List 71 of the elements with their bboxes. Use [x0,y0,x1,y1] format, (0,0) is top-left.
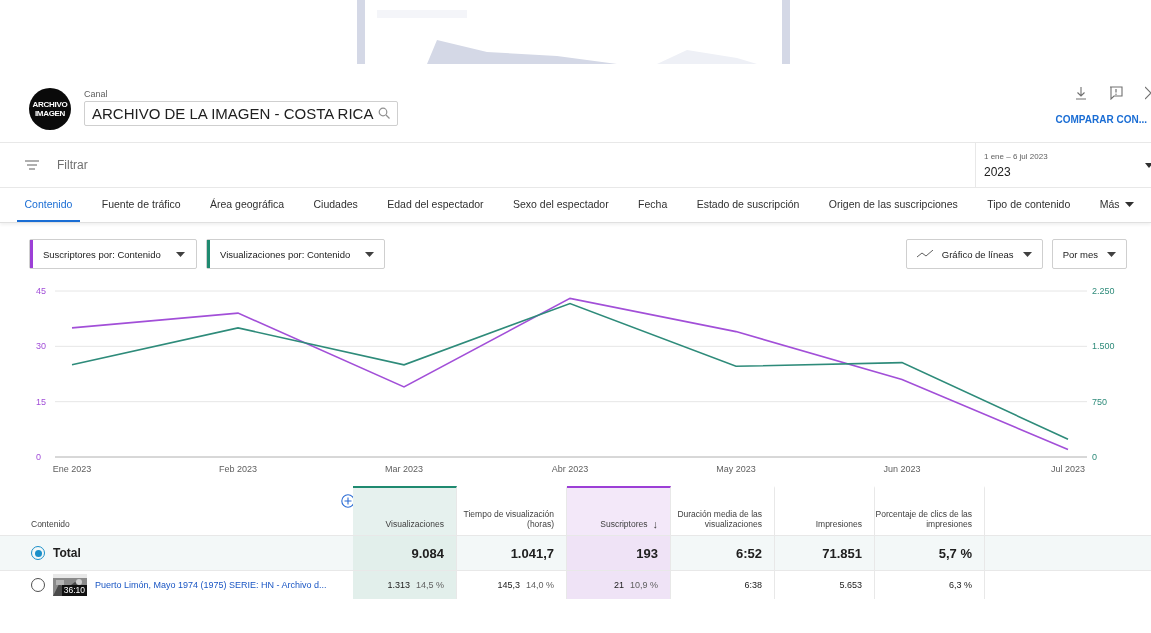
axis-tick-label: Jul 2023 [1051,464,1085,474]
axis-tick-label: 2.250 [1092,286,1115,296]
table-cell: 6:38 [744,580,762,590]
period-dropdown[interactable]: Por mes [1051,239,1127,269]
axis-tick-label: 45 [36,286,46,296]
video-title-link[interactable]: Puerto Limón, Mayo 1974 (1975) SERIE: HN - Archivo d... [95,580,327,590]
tab[interactable]: Sexo del espectador [505,188,617,222]
tab[interactable]: Contenido [17,188,80,222]
axis-tick-label: Ene 2023 [52,464,92,474]
download-icon [1075,85,1087,100]
table-cell: 5,7 % [875,536,985,570]
chart-type-dropdown[interactable]: Gráfico de líneas [905,239,1043,269]
table-cell: 9.084 [353,536,457,570]
caret-icon [1107,251,1116,257]
metric-dropdown[interactable]: Suscriptores por: Contenido [29,239,197,269]
caret-icon [1145,162,1151,168]
tab[interactable]: Tipo de contenido [979,188,1078,222]
metric-dropdown[interactable]: Visualizaciones por: Contenido [206,239,386,269]
table-cell: 6:52 [671,536,775,570]
date-range-picker[interactable]: 1 ene – 6 jul 2023 2023 [975,143,1151,187]
axis-tick-label: May 2023 [716,464,756,474]
sort-arrow: ↓ [652,519,658,529]
feedback-icon [1109,85,1123,100]
channel-field[interactable]: ARCHIVO DE LA IMAGEN - COSTA RICA [84,100,399,126]
axis-tick-label: 0 [36,452,41,462]
axis-tick-label: Jun 2023 [883,464,921,474]
axis-tick-label: Mar 2023 [385,464,423,474]
table-cell: 145,3 [497,580,520,590]
table-cell: 14,0 % [525,580,554,590]
column-header[interactable]: Contenido [0,486,353,535]
channel-label: Canal [84,88,109,99]
tab[interactable]: Fecha [630,188,675,222]
caret-icon [1022,251,1032,257]
channel-logo: ARCHIVO IMAGEN [29,88,71,130]
axis-tick-label: Feb 2023 [219,464,257,474]
tab[interactable]: Fuente de tráfico [94,188,189,222]
filter-icon [25,160,39,170]
axis-tick-label: Abr 2023 [551,464,589,474]
column-header[interactable]: Visualizaciones [353,486,457,535]
table-cell: 71.851 [775,536,875,570]
table-cell: 6,3 % [949,580,972,590]
caret-icon [175,251,185,257]
axis-tick-label: 15 [36,396,46,407]
column-header[interactable]: Porcentaje de clics de las impresiones [875,486,985,535]
tab[interactable]: Ciudades [306,188,366,222]
table-cell: 5.653 [839,580,862,590]
table-cell: 10,9 % [629,580,658,590]
table-cell: 193 [567,536,671,570]
tab[interactable]: Estado de suscripción [689,188,807,222]
search-icon [378,107,391,119]
caret-icon [1124,201,1134,207]
caret-icon [365,251,375,257]
axis-tick-label: 750 [1092,396,1108,407]
tab[interactable]: Edad del espectador [379,188,492,222]
add-column-icon [341,494,355,508]
compare-link[interactable]: COMPARAR CON... [1055,113,1147,125]
table-cell: 21 [613,580,624,590]
line-chart-icon [916,250,933,258]
table-cell: 1.313 [387,580,410,590]
column-header[interactable]: Suscriptores ↓ [567,486,671,535]
axis-tick-label: 0 [1092,452,1097,462]
tab[interactable]: Más [1092,188,1141,222]
column-header[interactable]: Impresiones [775,486,875,535]
table-cell: 14,5 % [415,580,444,590]
tab[interactable]: Área geográfica [202,188,292,222]
column-header[interactable]: Duración media de las visualizaciones [671,486,775,535]
total-label: Total [53,546,81,560]
axis-tick-label: 1.500 [1092,341,1115,352]
tab[interactable]: Origen de las suscripciones [821,188,966,222]
duration-badge: 36:10 [61,585,87,596]
axis-tick-label: 30 [36,341,46,352]
